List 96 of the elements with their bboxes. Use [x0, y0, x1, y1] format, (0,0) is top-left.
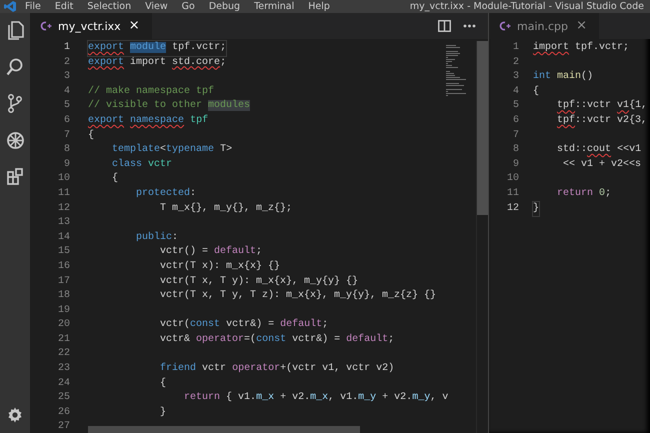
code-line: protected: — [135, 186, 196, 201]
line-number: 21 — [56, 332, 70, 347]
code-line: tpf::vctr v2{3, — [556, 114, 648, 128]
code-line: template<typename T> — [111, 143, 232, 158]
close-button[interactable]: × — [574, 19, 589, 33]
line-number: 20 — [56, 318, 70, 332]
code-line: << v1 + v2<<s — [562, 158, 642, 172]
code-line: { — [111, 172, 118, 186]
close-button[interactable]: × — [126, 19, 142, 33]
line-number: 24 — [56, 376, 70, 391]
cpp-file-icon — [499, 21, 511, 31]
line-number: 6 — [512, 114, 519, 128]
code-line: export import std.core; — [88, 56, 226, 70]
split-editor-icon[interactable] — [438, 20, 451, 32]
code-line: tpf::vctr v1{1, — [556, 99, 648, 114]
line-number: 23 — [56, 362, 70, 376]
code-line: } — [159, 406, 166, 420]
scrollbar-thumb[interactable] — [477, 41, 488, 215]
menu-item[interactable]: Terminal — [249, 0, 300, 12]
editor-tab[interactable]: my_vctr.ixx × — [30, 13, 152, 39]
editor-tab[interactable]: main.cpp × — [489, 13, 599, 39]
line-number: 19 — [56, 304, 70, 318]
code-line: vctr(T x, T y, T z): m_x{x}, m_y{y}, m_z{z} {} — [159, 289, 436, 304]
source-control-icon[interactable] — [7, 94, 23, 113]
line-number: 12 — [506, 202, 519, 216]
extensions-icon[interactable] — [6, 168, 24, 185]
line-number: 4 — [512, 84, 519, 99]
search-icon[interactable] — [6, 58, 24, 76]
line-number: 14 — [56, 230, 70, 245]
line-number: 9 — [512, 158, 519, 172]
menu-item[interactable]: Selection — [82, 0, 136, 12]
menu-item[interactable]: Go — [176, 0, 200, 12]
line-number: 12 — [56, 202, 70, 216]
settings-icon[interactable] — [7, 407, 23, 423]
line-number: 11 — [56, 186, 70, 201]
line-number: 13 — [56, 216, 70, 230]
line-number: 27 — [56, 420, 70, 433]
code-line: export namespace tpf — [88, 114, 208, 128]
code-line: public: — [135, 230, 178, 245]
code-line: vctr(const vctr&) = default; — [159, 318, 328, 332]
line-number: 10 — [56, 172, 70, 186]
code-line: return { v1.m_x + v2.m_x, v1.m_y + v2.m_y, v — [183, 391, 448, 406]
app-logo-icon — [4, 1, 16, 12]
line-number: 3 — [62, 70, 70, 84]
line-number: 7 — [512, 128, 519, 143]
code-line: std::cout <<v1 — [556, 143, 642, 158]
line-number: 26 — [56, 406, 70, 420]
line-number: 2 — [62, 56, 70, 70]
scrollbar-thumb[interactable] — [88, 426, 360, 433]
code-line: } — [533, 202, 540, 216]
line-number: 3 — [512, 70, 519, 84]
line-number: 16 — [56, 260, 70, 274]
line-number: 17 — [56, 274, 70, 288]
code-line: vctr(T x, T y): m_x{x}, m_y{y} {} — [159, 274, 358, 288]
files-icon[interactable] — [6, 21, 24, 40]
line-number: 7 — [62, 128, 70, 143]
line-number: 1 — [62, 41, 70, 55]
line-number: 8 — [512, 143, 519, 158]
code-line: import tpf.vctr; — [533, 41, 630, 55]
menu-item[interactable]: View — [140, 0, 173, 12]
code-line: class vctr — [111, 158, 172, 172]
menu-item[interactable]: Edit — [50, 0, 78, 12]
code-line: { — [159, 376, 166, 391]
code-line: { — [88, 128, 94, 143]
line-number: 6 — [62, 114, 70, 128]
menu-item[interactable]: Help — [303, 0, 335, 12]
line-number: 10 — [506, 172, 519, 186]
line-number: 5 — [62, 99, 70, 114]
code-line: // visible to other modules — [88, 99, 250, 114]
code-line: vctr(T x): m_x{x} {} — [159, 260, 280, 274]
line-number: 22 — [56, 347, 70, 362]
code-line: export module tpf.vctr; — [88, 41, 226, 56]
code-line: return 0; — [556, 186, 612, 201]
line-number: 18 — [56, 289, 70, 304]
menu-item[interactable]: Debug — [204, 0, 246, 12]
line-number: 9 — [62, 158, 70, 172]
line-number: 25 — [56, 391, 70, 406]
line-number: 11 — [506, 186, 519, 201]
code-line: T m_x{}, m_y{}, m_z{}; — [159, 202, 292, 216]
menu-item[interactable]: File — [20, 0, 46, 12]
code-line: int main() — [533, 70, 594, 84]
code-line: { — [533, 84, 540, 99]
line-number: 2 — [512, 56, 519, 70]
line-number: 15 — [56, 245, 70, 260]
code-line: friend vctr operator+(vctr v1, vctr v2) — [159, 362, 394, 376]
more-actions-icon[interactable] — [463, 24, 476, 28]
line-number: 4 — [62, 84, 70, 99]
line-number: 8 — [62, 143, 70, 158]
line-number: 5 — [512, 99, 519, 114]
code-line: vctr() = default; — [159, 245, 262, 260]
cpp-file-icon — [40, 21, 52, 31]
line-number: 1 — [512, 41, 519, 55]
code-line: vctr& operator=(const vctr&) = default; — [159, 332, 394, 347]
window-title: my_vctr.ixx - Module-Tutorial - Visual Studio Code — [410, 1, 644, 12]
code-line: // make namespace tpf — [88, 84, 214, 99]
debug-icon[interactable] — [6, 131, 24, 150]
